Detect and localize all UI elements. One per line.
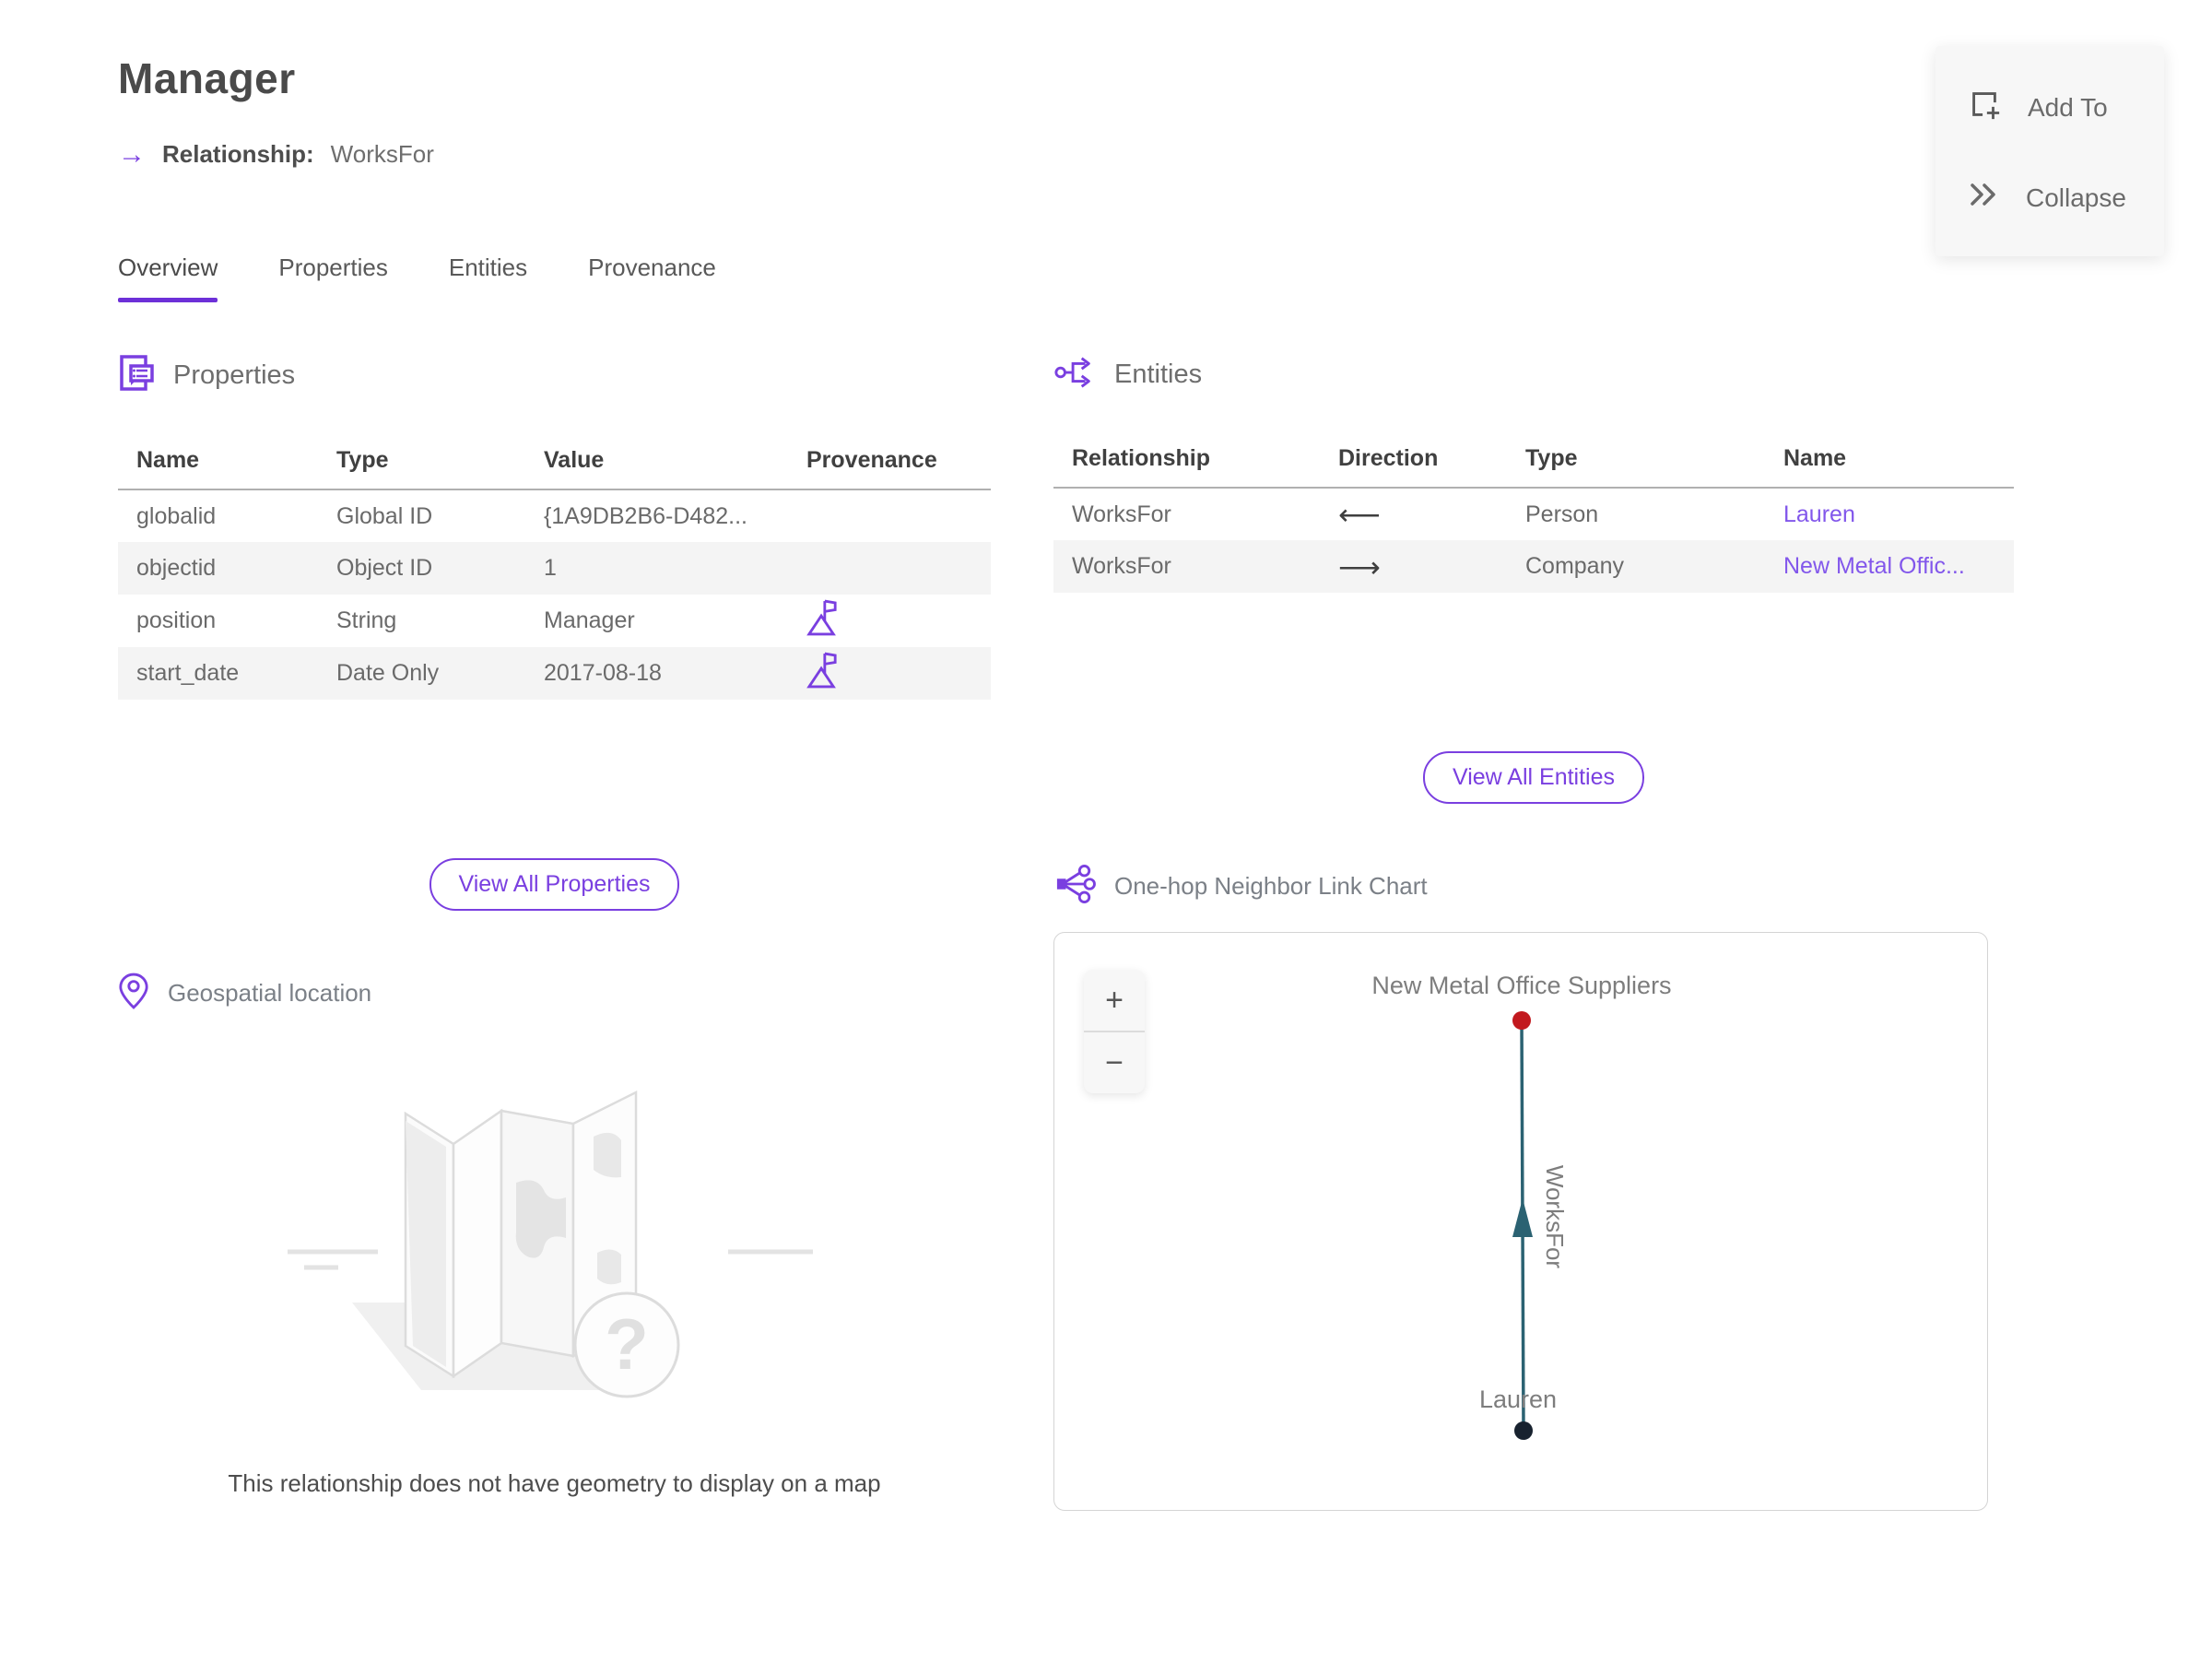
tab-overview[interactable]: Overview <box>118 253 218 302</box>
property-provenance <box>788 595 991 647</box>
entity-relationship: WorksFor <box>1072 553 1171 579</box>
property-value: 1 <box>544 555 557 581</box>
entity-relationship: WorksFor <box>1072 501 1171 527</box>
property-type: Date Only <box>336 660 440 686</box>
col-header-relationship: Relationship <box>1053 436 1320 489</box>
relationship-value: WorksFor <box>330 140 434 168</box>
entities-table-header-row: Relationship Direction Type Name <box>1053 436 2014 489</box>
table-row: start_date Date Only 2017-08-18 <box>118 647 991 700</box>
property-provenance <box>788 647 991 700</box>
page-title: Manager <box>118 54 296 102</box>
one-hop-share-icon <box>1053 865 1096 908</box>
node-label-person: Lauren <box>1479 1385 1557 1413</box>
properties-section-header: Properties <box>118 354 991 397</box>
col-header-type: Type <box>1507 436 1765 489</box>
zoom-control: + − <box>1084 970 1145 1093</box>
properties-section-title: Properties <box>173 360 296 390</box>
tab-bar: Overview Properties Entities Provenance <box>118 253 2212 302</box>
company-node[interactable] <box>1512 1011 1531 1030</box>
add-to-label: Add To <box>2028 92 2108 122</box>
edge-arrowhead <box>1512 1198 1533 1237</box>
table-row: objectid Object ID 1 <box>118 542 991 595</box>
entity-name-link[interactable]: New Metal Offic... <box>1783 553 1965 579</box>
provenance-flag-icon[interactable] <box>806 652 838 695</box>
entities-column: Entities Relationship Direction Type Nam… <box>1053 354 2014 1511</box>
col-header-provenance: Provenance <box>788 438 991 490</box>
property-type: Global ID <box>336 502 433 529</box>
property-name: globalid <box>136 502 217 529</box>
table-row: globalid Global ID {1A9DB2B6-D482... <box>118 489 991 542</box>
zoom-out-button[interactable]: − <box>1084 1032 1145 1093</box>
property-provenance <box>788 489 991 542</box>
property-provenance <box>788 542 991 595</box>
table-row: WorksFor ⟵ Person Lauren <box>1053 488 2014 540</box>
entities-table: Relationship Direction Type Name WorksFo… <box>1053 436 2014 593</box>
property-name: start_date <box>136 660 240 686</box>
property-value: {1A9DB2B6-D482... <box>544 502 747 529</box>
properties-table: Name Type Value Provenance globalid Glob… <box>118 438 991 700</box>
direction-right-arrow-icon: ⟶ <box>1338 549 1381 584</box>
svg-text:?: ? <box>605 1303 649 1385</box>
entity-type: Company <box>1525 553 1624 579</box>
property-name: objectid <box>136 555 217 581</box>
entities-section-title: Entities <box>1114 360 1203 389</box>
table-row: WorksFor ⟶ Company New Metal Offic... <box>1053 540 2014 593</box>
provenance-flag-icon[interactable] <box>806 599 838 642</box>
properties-table-header-row: Name Type Value Provenance <box>118 438 991 490</box>
collapse-label: Collapse <box>2026 183 2126 212</box>
action-panel: Add To Collapse <box>1936 46 2164 256</box>
link-chart-graph: New Metal Office Suppliers WorksFor Laur… <box>1371 972 1672 1440</box>
entities-graph-icon <box>1053 354 1096 395</box>
map-pin-icon <box>118 972 149 1015</box>
person-node[interactable] <box>1514 1421 1533 1440</box>
property-type: String <box>336 607 397 633</box>
col-header-value: Value <box>525 438 788 490</box>
col-header-name: Name <box>1765 436 2014 489</box>
geospatial-section-header: Geospatial location <box>118 972 991 1015</box>
properties-icon <box>118 354 155 397</box>
link-chart-section-header: One-hop Neighbor Link Chart <box>1053 865 2014 908</box>
link-chart-section-title: One-hop Neighbor Link Chart <box>1114 872 1428 900</box>
link-chart-canvas[interactable]: New Metal Office Suppliers WorksFor Laur… <box>1053 932 1988 1511</box>
add-to-button[interactable]: Add To <box>1936 61 2164 154</box>
add-to-icon <box>1967 87 2002 128</box>
properties-column: Properties Name Type Value Provenance gl… <box>118 354 991 1498</box>
view-all-properties-button[interactable]: View All Properties <box>429 858 680 911</box>
relationship-detail-page: Manager → Relationship: WorksFor Add To <box>0 0 2212 1674</box>
zoom-in-button[interactable]: + <box>1084 970 1145 1031</box>
entities-section-header: Entities <box>1053 354 2014 395</box>
node-label-company: New Metal Office Suppliers <box>1371 972 1671 999</box>
col-header-name: Name <box>118 438 318 490</box>
geospatial-empty-message: This relationship does not have geometry… <box>228 1469 881 1497</box>
view-all-entities-button[interactable]: View All Entities <box>1422 751 1644 804</box>
col-header-direction: Direction <box>1320 436 1507 489</box>
relationship-subtitle: → Relationship: WorksFor <box>118 140 2212 169</box>
edge-label: WorksFor <box>1541 1165 1569 1269</box>
double-chevron-right-icon <box>1967 180 2000 216</box>
tab-entities[interactable]: Entities <box>449 253 527 302</box>
relationship-arrow-icon: → <box>118 138 146 170</box>
geospatial-empty-state: ? This relationship does not have geomet… <box>118 1015 991 1498</box>
property-name: position <box>136 607 217 633</box>
geospatial-section-title: Geospatial location <box>168 979 372 1007</box>
collapse-button[interactable]: Collapse <box>1936 154 2164 242</box>
entity-type: Person <box>1525 501 1599 527</box>
relationship-label: Relationship: <box>162 140 314 168</box>
property-value: 2017-08-18 <box>544 660 662 686</box>
tab-properties[interactable]: Properties <box>278 253 388 302</box>
col-header-type: Type <box>318 438 525 490</box>
direction-left-arrow-icon: ⟵ <box>1338 498 1381 531</box>
entity-name-link[interactable]: Lauren <box>1783 501 1855 527</box>
table-row: position String Manager <box>118 595 991 647</box>
property-value: Manager <box>544 607 635 633</box>
folded-map-illustration: ? <box>269 1072 841 1427</box>
tab-provenance[interactable]: Provenance <box>588 253 716 302</box>
property-type: Object ID <box>336 555 433 581</box>
